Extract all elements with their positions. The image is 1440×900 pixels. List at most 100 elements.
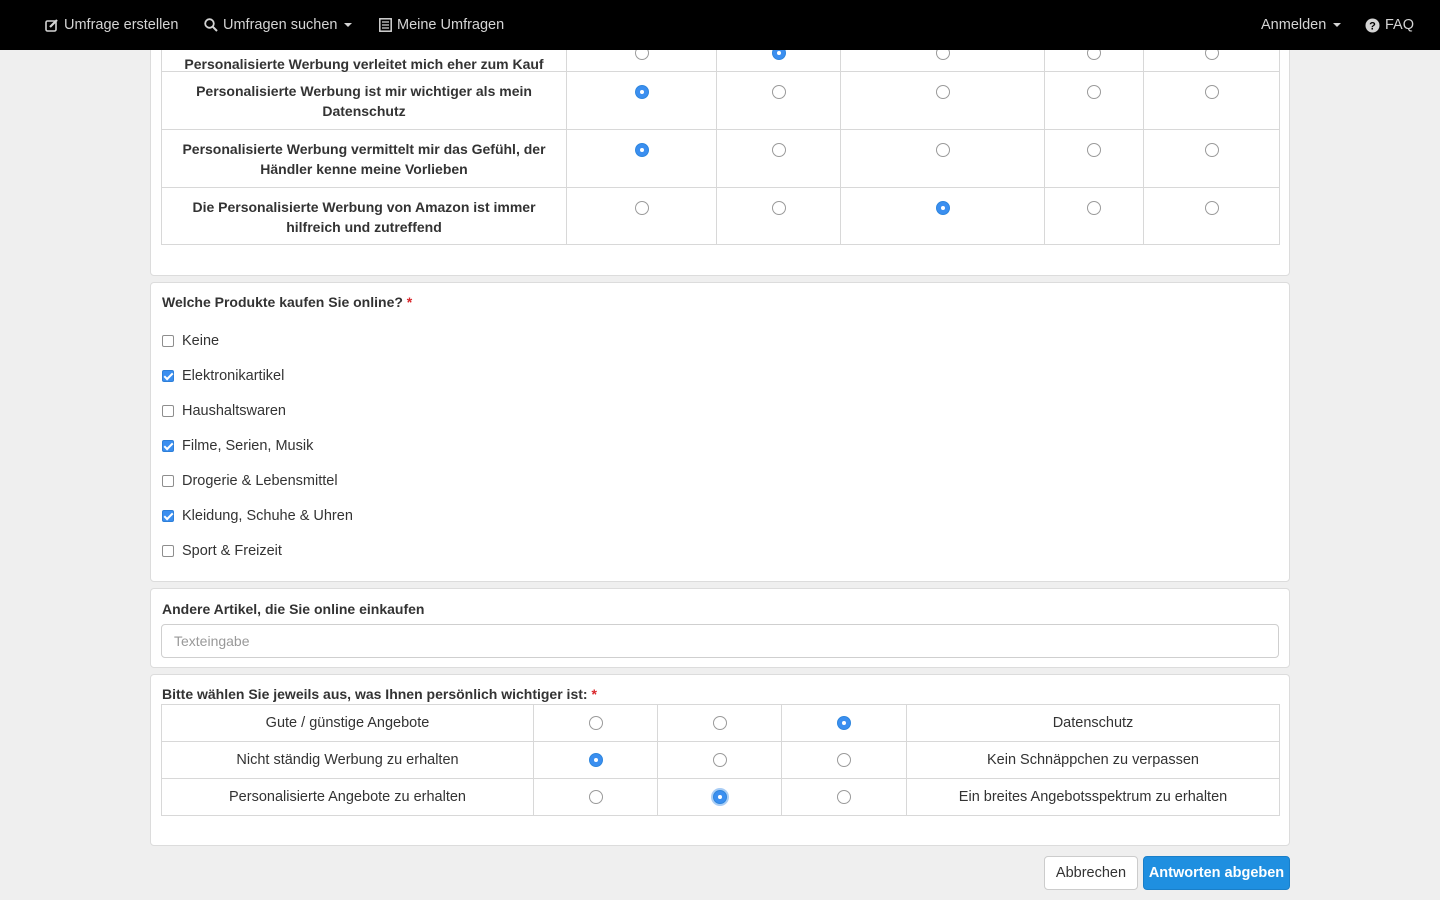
- preference-cell: [657, 741, 782, 779]
- edit-icon: [45, 18, 59, 32]
- product-checkbox[interactable]: [162, 475, 174, 487]
- matrix-cell: [840, 129, 1045, 188]
- preference-radio[interactable]: [712, 753, 727, 768]
- nav-faq-label: FAQ: [1385, 17, 1415, 33]
- preference-matrix-body: Gute / günstige Angebote Datenschutz Nicht…: [161, 704, 1280, 816]
- preference-right-option: Kein Schnäppchen zu verpassen: [906, 741, 1280, 779]
- matrix-row: Personalisierte Werbung ist mir wichtige…: [161, 71, 1280, 130]
- product-checkbox[interactable]: [162, 440, 174, 452]
- submit-answers-button[interactable]: Antworten abgeben: [1143, 856, 1290, 890]
- preference-left-option: Personalisierte Angebote zu erhalten: [161, 778, 534, 816]
- matrix-cell: [1044, 71, 1144, 130]
- svg-text:?: ?: [1369, 20, 1376, 32]
- product-checkbox[interactable]: [162, 405, 174, 417]
- preference-radio[interactable]: [588, 753, 603, 768]
- nav-login[interactable]: Anmelden: [1261, 0, 1342, 50]
- list-icon: [379, 18, 392, 32]
- matrix-radio[interactable]: [935, 85, 950, 100]
- product-option[interactable]: Filme, Serien, Musik: [162, 438, 313, 454]
- matrix-statement: Die Personalisierte Werbung von Amazon i…: [161, 187, 567, 245]
- required-mark: *: [591, 686, 597, 702]
- preference-right-option: Ein breites Angebotsspektrum zu erhalten: [906, 778, 1280, 816]
- matrix-radio[interactable]: [771, 143, 786, 158]
- question-circle-icon: ?: [1365, 18, 1380, 33]
- preference-radio[interactable]: [837, 753, 851, 768]
- product-checkbox[interactable]: [162, 545, 174, 557]
- nav-create-survey[interactable]: Umfrage erstellen: [45, 0, 178, 50]
- matrix-radio[interactable]: [1087, 143, 1101, 158]
- matrix-question-panel: Personalisierte Werbung verleitet mich e…: [150, 20, 1290, 276]
- matrix-radio[interactable]: [1087, 85, 1101, 100]
- matrix-cell: [1143, 187, 1280, 245]
- matrix-cell: [1044, 187, 1144, 245]
- preference-cell: [657, 778, 782, 816]
- matrix-radio[interactable]: [935, 143, 950, 158]
- product-checkbox[interactable]: [162, 370, 174, 382]
- preference-question-panel: Bitte wählen Sie jeweils aus, was Ihnen …: [150, 674, 1290, 846]
- preference-radio[interactable]: [837, 790, 851, 805]
- nav-search-surveys[interactable]: Umfragen suchen: [204, 0, 353, 50]
- matrix-radio[interactable]: [1204, 201, 1219, 216]
- chevron-down-icon: [344, 23, 353, 27]
- matrix-cell: [840, 71, 1045, 130]
- nav-search-surveys-label: Umfragen suchen: [223, 17, 338, 33]
- product-option-label: Elektronikartikel: [182, 368, 285, 384]
- product-option-label: Filme, Serien, Musik: [182, 438, 314, 454]
- preference-cell: [781, 778, 907, 816]
- preference-cell: [657, 704, 782, 742]
- products-question-text: Welche Produkte kaufen Sie online?: [162, 294, 403, 310]
- matrix-row: Die Personalisierte Werbung von Amazon i…: [161, 187, 1280, 245]
- preference-left-option: Nicht ständig Werbung zu erhalten: [161, 741, 534, 779]
- matrix-radio[interactable]: [1204, 85, 1219, 100]
- matrix-row: Personalisierte Werbung vermittelt mir d…: [161, 129, 1280, 188]
- product-option-label: Haushaltswaren: [182, 403, 286, 419]
- nav-faq[interactable]: ? FAQ: [1365, 0, 1414, 50]
- product-checkbox[interactable]: [162, 510, 174, 522]
- product-option[interactable]: Drogerie & Lebensmittel: [162, 473, 338, 489]
- matrix-radio[interactable]: [1204, 143, 1219, 158]
- product-option[interactable]: Sport & Freizeit: [162, 543, 282, 559]
- preference-matrix: Gute / günstige Angebote Datenschutz Nicht…: [161, 704, 1280, 816]
- other-articles-input[interactable]: [161, 624, 1279, 658]
- product-option[interactable]: Kleidung, Schuhe & Uhren: [162, 508, 353, 524]
- preference-question-title: Bitte wählen Sie jeweils aus, was Ihnen …: [162, 686, 597, 702]
- product-checkbox[interactable]: [162, 335, 174, 347]
- preference-cell: [533, 741, 658, 779]
- products-question-panel: Welche Produkte kaufen Sie online? * Kei…: [150, 282, 1290, 582]
- matrix-radio[interactable]: [771, 201, 786, 216]
- preference-left-option: Gute / günstige Angebote: [161, 704, 534, 742]
- matrix-cell: [840, 187, 1045, 245]
- matrix-radio[interactable]: [634, 143, 649, 158]
- chevron-down-icon: [1333, 23, 1342, 27]
- matrix-cell: [1143, 129, 1280, 188]
- matrix-radio[interactable]: [634, 201, 649, 216]
- matrix-cell: [716, 187, 841, 245]
- preference-radio[interactable]: [588, 790, 603, 805]
- other-articles-panel: Andere Artikel, die Sie online einkaufen: [150, 588, 1290, 668]
- preference-radio[interactable]: [712, 716, 727, 731]
- matrix-cell: [1143, 71, 1280, 130]
- product-option[interactable]: Haushaltswaren: [162, 403, 286, 419]
- matrix-cell: [716, 71, 841, 130]
- preference-radio[interactable]: [837, 716, 851, 731]
- matrix-radio[interactable]: [634, 85, 649, 100]
- preference-cell: [533, 704, 658, 742]
- matrix-radio[interactable]: [1087, 201, 1101, 216]
- nav-my-surveys-label: Meine Umfragen: [397, 17, 505, 33]
- other-articles-title: Andere Artikel, die Sie online einkaufen: [162, 601, 425, 617]
- preference-right-option: Datenschutz: [906, 704, 1280, 742]
- matrix-radio[interactable]: [771, 85, 786, 100]
- matrix-cell: [566, 129, 717, 188]
- preference-row: Nicht ständig Werbung zu erhalten Kein Sc…: [161, 741, 1280, 779]
- matrix-cell: [566, 71, 717, 130]
- product-option[interactable]: Keine: [162, 333, 219, 349]
- preference-radio[interactable]: [712, 790, 727, 805]
- cancel-button[interactable]: Abbrechen: [1044, 856, 1138, 890]
- matrix-radio[interactable]: [935, 201, 950, 216]
- search-icon: [204, 18, 218, 32]
- nav-my-surveys[interactable]: Meine Umfragen: [379, 0, 504, 50]
- preference-cell: [533, 778, 658, 816]
- preference-radio[interactable]: [588, 716, 603, 731]
- matrix-cell: [566, 187, 717, 245]
- product-option[interactable]: Elektronikartikel: [162, 368, 284, 384]
